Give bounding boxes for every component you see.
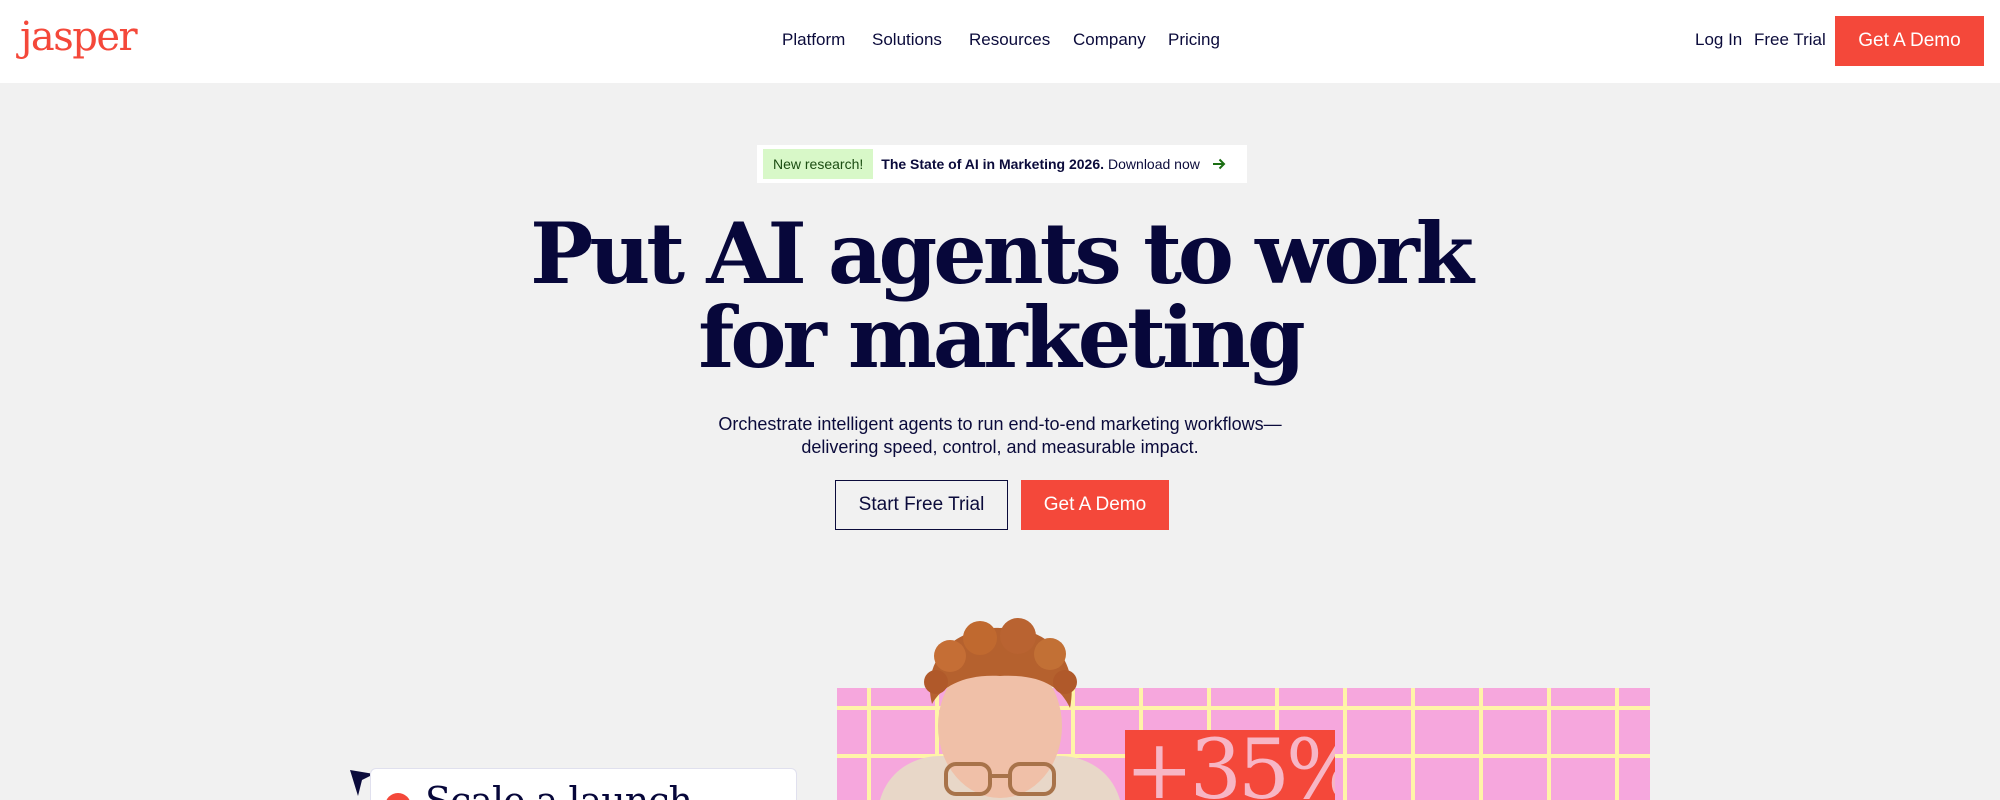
nav-platform[interactable]: Platform <box>782 30 845 50</box>
stat-badge: +35% <box>1125 730 1335 800</box>
free-trial-link[interactable]: Free Trial <box>1754 30 1826 50</box>
hero-subtitle-line2: delivering speed, control, and measurabl… <box>801 437 1199 457</box>
jasper-logo[interactable]: jasper <box>20 14 138 60</box>
hero-subtitle: Orchestrate intelligent agents to run en… <box>600 413 1400 459</box>
announcement-link[interactable]: Download now <box>1108 156 1200 172</box>
hero-subtitle-line1: Orchestrate intelligent agents to run en… <box>718 414 1282 434</box>
stat-value: +35% <box>1125 730 1335 800</box>
task-card-title: Scale a launch <box>425 779 693 800</box>
announcement-title: The State of AI in Marketing 2026. <box>881 156 1105 172</box>
nav-company[interactable]: Company <box>1073 30 1146 50</box>
hero-title-line1: Put AI agents to work <box>530 204 1474 303</box>
task-card: Scale a launch <box>370 768 797 800</box>
start-free-trial-button[interactable]: Start Free Trial <box>835 480 1008 530</box>
nav-solutions[interactable]: Solutions <box>872 30 942 50</box>
announcement-banner[interactable]: New research! The State of AI in Marketi… <box>757 145 1247 183</box>
person-photo <box>880 618 1120 800</box>
status-dot-icon <box>385 793 411 800</box>
header-demo-button[interactable]: Get A Demo <box>1835 16 1984 66</box>
hero-demo-button[interactable]: Get A Demo <box>1021 480 1169 530</box>
site-header: jasper Platform Solutions Resources Comp… <box>0 0 2000 83</box>
arrow-right-icon <box>1210 155 1228 173</box>
nav-resources[interactable]: Resources <box>969 30 1050 50</box>
login-link[interactable]: Log In <box>1695 30 1742 50</box>
nav-pricing[interactable]: Pricing <box>1168 30 1220 50</box>
announcement-tag: New research! <box>763 149 874 179</box>
hero-title-line2: for marketing <box>698 288 1305 387</box>
hero-title: Put AI agents to work for marketing <box>500 212 1500 380</box>
